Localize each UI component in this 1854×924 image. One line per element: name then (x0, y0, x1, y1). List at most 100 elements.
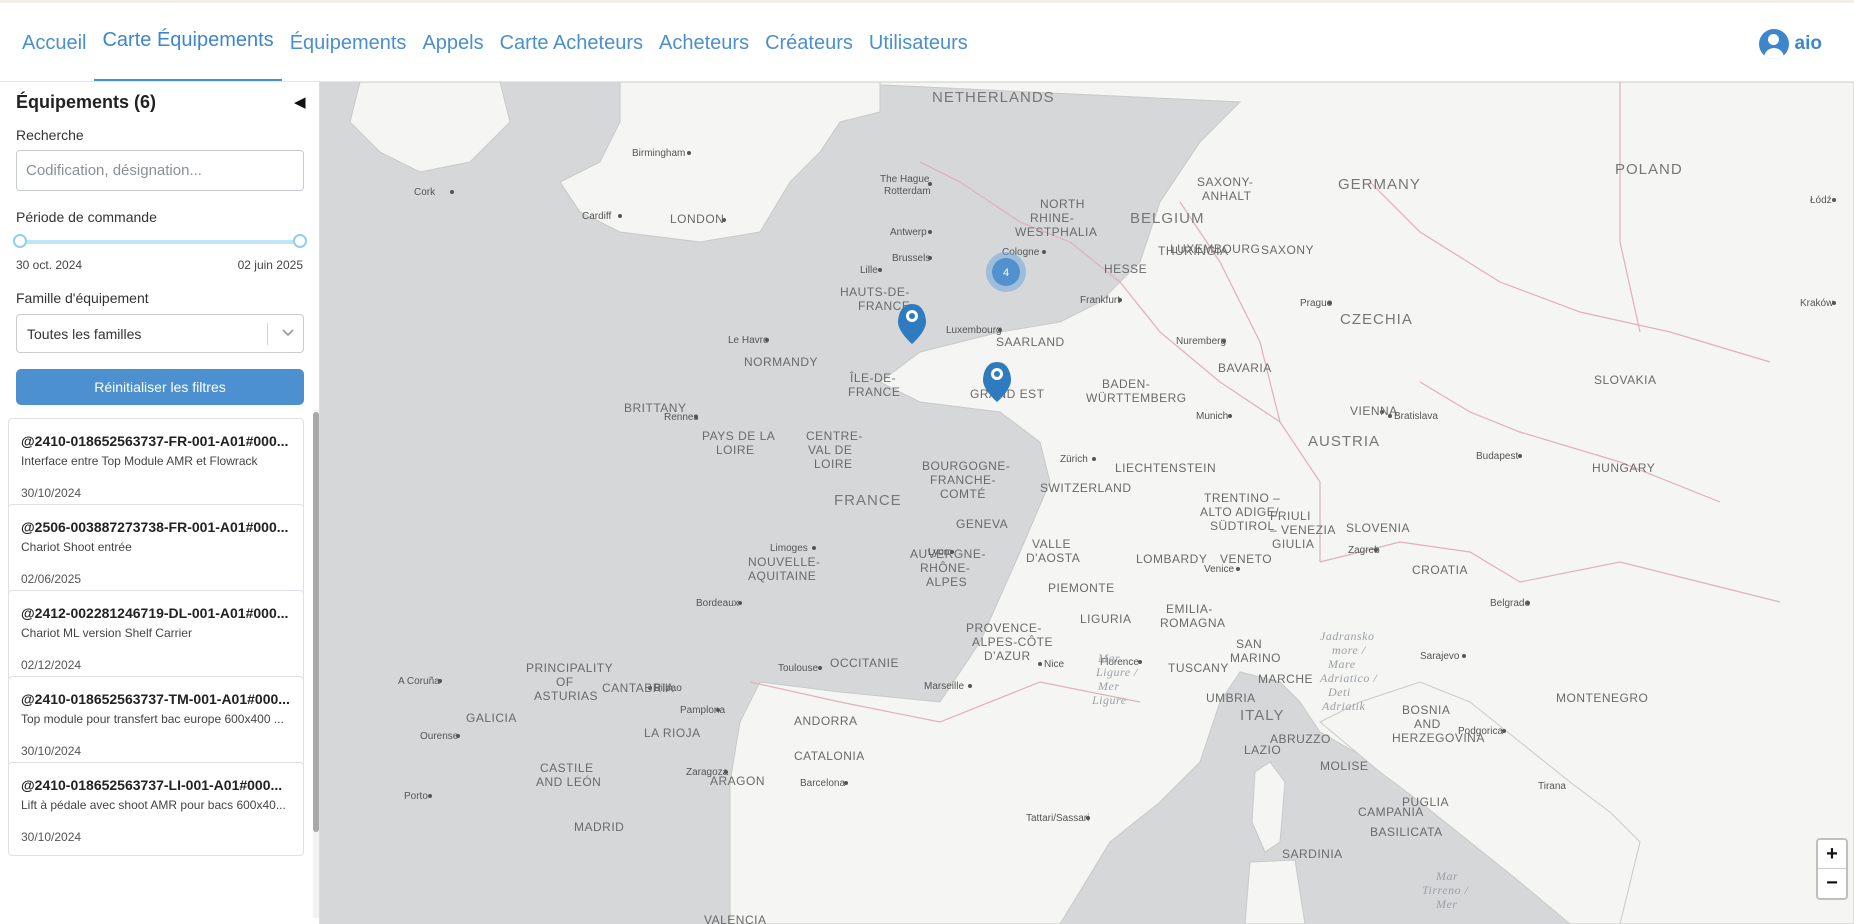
sea-adriatic-5: Deti (1327, 685, 1351, 699)
label-paca: PROVENCE- (966, 621, 1042, 635)
equipment-card[interactable]: @2410-018652563737-LI-001-A01#000... Lift… (8, 762, 304, 856)
label-bosnia-3: HERZEGOVINA (1392, 731, 1485, 745)
label-molise: MOLISE (1320, 759, 1368, 773)
city-zurich: Zürich (1060, 454, 1088, 465)
period-slider-start-handle[interactable] (13, 234, 27, 248)
list-scrollbar-thumb[interactable] (313, 412, 319, 832)
label-pdl-2: LOIRE (716, 443, 755, 457)
nav-link-6[interactable]: Créateurs (757, 3, 861, 83)
nav-link-4[interactable]: Carte Acheteurs (492, 3, 651, 83)
sea-tirreno-3: Mer (1435, 897, 1458, 911)
period-label: Période de commande (16, 209, 157, 225)
sidebar-title: Équipements (6) (16, 92, 157, 112)
label-montenegro: MONTENEGRO (1556, 691, 1648, 705)
label-normandy: NORMANDY (744, 355, 818, 369)
label-paca-2: ALPES-CÔTE (972, 634, 1053, 649)
label-emilia: EMILIA- (1166, 602, 1213, 616)
label-cvl-2: VAL DE (808, 443, 852, 457)
label-asturias-3: ASTURIAS (534, 689, 598, 703)
label-asturias-2: OF (556, 675, 574, 689)
nav-link-5[interactable]: Acheteurs (651, 3, 757, 83)
family-select[interactable]: Toutes les familles (16, 314, 304, 353)
top-navbar: Accueil Carte Équipements Équipements Appel… (0, 0, 1854, 82)
sea-tirreno: Mar (1435, 869, 1458, 883)
nav-link-1[interactable]: Carte Équipements (94, 0, 282, 81)
equipment-card[interactable]: @2410-018652563737-FR-001-A01#000... Inte… (8, 418, 304, 512)
label-na-2: AQUITAINE (748, 569, 816, 583)
map-canvas[interactable]: NETHERLANDS BELGIUM GERMANY LUXEMBOURG F… (320, 82, 1854, 924)
search-input[interactable] (16, 150, 304, 191)
city-lodz: Łódź (1810, 195, 1832, 206)
label-belgium: BELGIUM (1130, 210, 1205, 227)
label-valencia: VALENCIA (704, 913, 766, 924)
equipment-card[interactable]: @2410-018652563737-TM-001-A01#000... Top … (8, 676, 304, 770)
label-czechia: CZECHIA (1340, 311, 1413, 328)
label-idf: ÎLE-DE- (849, 370, 896, 385)
city-cork: Cork (414, 187, 436, 198)
label-friuli-2: – VENEZIA (1270, 523, 1336, 537)
label-lombardy: LOMBARDY (1136, 552, 1207, 566)
label-cvl: CENTRE- (806, 429, 863, 443)
zoom-in-button[interactable]: + (1818, 840, 1846, 869)
city-birmingham: Birmingham (632, 148, 685, 159)
city-prague: Prague (1300, 298, 1333, 309)
map-cluster-marker[interactable]: 4 (986, 252, 1026, 292)
ireland (349, 82, 511, 173)
zoom-control: + − (1816, 838, 1848, 900)
sea-adriatic-4: Adriatico / (1319, 671, 1378, 685)
label-abruzzo: ABRUZZO (1270, 732, 1331, 746)
label-cvl-3: LOIRE (814, 457, 853, 471)
label-aosta: VALLE (1032, 537, 1071, 551)
label-basilicata: BASILICATA (1370, 825, 1443, 839)
label-aosta-2: D'AOSTA (1026, 551, 1080, 565)
label-bw-2: WÜRTTEMBERG (1086, 391, 1187, 405)
period-slider-end-handle[interactable] (293, 234, 307, 248)
label-idf-2: FRANCE (848, 385, 900, 399)
equipment-code: @2506-003887273738-FR-001-A01#000... (21, 519, 289, 535)
sea-tirreno-2: Tirreno / (1422, 883, 1470, 897)
city-limoges: Limoges (770, 543, 808, 554)
collapse-sidebar-icon[interactable]: ◀ (294, 93, 306, 111)
nav-link-2[interactable]: Équipements (282, 3, 415, 83)
equipment-card[interactable]: @2412-002281246719-DL-001-A01#000... Char… (8, 590, 304, 684)
corsica (1251, 761, 1286, 853)
sardinia (1244, 859, 1306, 924)
label-bfc-3: COMTÉ (940, 486, 986, 501)
search-label: Recherche (16, 127, 84, 143)
city-pamplona: Pamplona (680, 705, 725, 716)
equipment-date: 30/10/2024 (21, 744, 82, 758)
period-slider-track[interactable] (20, 240, 300, 244)
city-the-hague: The Hague (880, 174, 930, 185)
filter-sidebar: Équipements (6) ◀ Recherche Période de c… (0, 82, 320, 924)
city-lille: Lille (860, 265, 878, 276)
equipment-card[interactable]: @2506-003887273738-FR-001-A01#000... Char… (8, 504, 304, 598)
label-nrw: NORTH (1040, 197, 1085, 211)
nav-links: Accueil Carte Équipements Équipements Appel… (14, 3, 976, 83)
city-porto: Porto (404, 791, 428, 802)
equipment-desc: Lift à pédale avec shoot AMR pour bacs 6… (21, 798, 286, 812)
label-slovenia: SLOVENIA (1346, 521, 1410, 535)
equipment-code: @2410-018652563737-TM-001-A01#000... (21, 691, 290, 707)
select-separator (267, 323, 268, 345)
label-san-marino: SAN (1236, 637, 1262, 651)
label-bosnia: BOSNIA (1402, 703, 1450, 717)
nav-link-0[interactable]: Accueil (14, 3, 94, 83)
reset-filters-button[interactable]: Réinitialiser les filtres (16, 369, 304, 405)
equipment-desc: Chariot ML version Shelf Carrier (21, 626, 192, 640)
city-munich: Munich (1196, 411, 1228, 422)
nav-link-3[interactable]: Appels (414, 3, 491, 83)
label-slovakia: SLOVAKIA (1594, 373, 1656, 387)
city-barcelona: Barcelona (800, 778, 845, 789)
label-france: FRANCE (834, 492, 902, 509)
nav-link-7[interactable]: Utilisateurs (861, 3, 976, 83)
label-sardinia: SARDINIA (1282, 847, 1343, 861)
city-budapest: Budapest (1476, 451, 1518, 462)
zoom-out-button[interactable]: − (1818, 869, 1846, 898)
map-pin-le-havre[interactable] (898, 304, 926, 344)
user-menu[interactable]: aio (1758, 29, 1822, 59)
label-thuringia: THURINGIA (1158, 244, 1229, 258)
label-austria: AUSTRIA (1308, 433, 1380, 450)
map-view[interactable]: NETHERLANDS BELGIUM GERMANY LUXEMBOURG F… (320, 82, 1854, 924)
label-pdl: PAYS DE LA (702, 429, 775, 443)
city-bordeaux: Bordeaux (696, 598, 739, 609)
